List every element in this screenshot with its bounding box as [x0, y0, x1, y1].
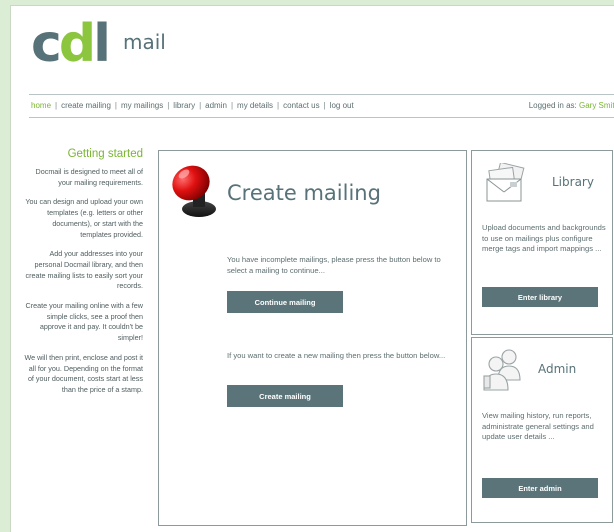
nav-separator: | — [114, 101, 117, 110]
sidebar-paragraph: Add your addresses into your personal Do… — [25, 249, 143, 291]
continue-mailing-button[interactable]: Continue mailing — [227, 291, 343, 313]
logged-in-label: Logged in as: — [528, 101, 577, 110]
sidebar-title: Getting started — [67, 148, 143, 160]
sidebar-paragraph: Create your mailing online with a few si… — [25, 301, 143, 343]
create-mailing-panel: Create mailing You have incomplete maili… — [158, 150, 467, 526]
nav-separator: | — [277, 101, 280, 110]
logo-mark: cdl — [31, 14, 111, 74]
nav-separator: | — [230, 101, 234, 110]
logged-in-user-link[interactable]: Gary Smith — [579, 101, 614, 110]
nav-my-mailings[interactable]: my mailings — [121, 101, 163, 110]
documents-icon — [486, 163, 525, 202]
nav-separator: | — [55, 101, 58, 110]
admin-description: View mailing history, run reports, admin… — [482, 411, 594, 441]
library-title: Library — [552, 175, 594, 189]
red-button-icon — [172, 165, 216, 217]
main-nav: home | create mailing | my mailings | library |… — [29, 94, 614, 118]
enter-library-button[interactable]: Enter library — [482, 287, 598, 307]
nav-log-out[interactable]: log out — [330, 101, 354, 110]
logged-in-status: Logged in as: Gary Smith — [529, 95, 614, 117]
sidebar-paragraph: Docmail is designed to meet all of your … — [35, 167, 143, 187]
getting-started-sidebar: Getting started Docmail is designed to m… — [21, 148, 143, 405]
sidebar-paragraph: We will then print, enclose and post it … — [24, 352, 143, 394]
page-container: cdl mail home | create mailing | my mailings… — [10, 5, 614, 532]
nav-separator: | — [323, 101, 326, 110]
nav-links: home | create mailing | my mailings | library |… — [31, 95, 354, 117]
nav-create-mailing[interactable]: create mailing — [61, 101, 111, 110]
admin-title: Admin — [538, 362, 577, 376]
logo-mail-text: mail — [123, 30, 166, 54]
nav-contact-us[interactable]: contact us — [283, 101, 319, 110]
users-icon — [483, 349, 521, 391]
sidebar-paragraph: You can design and upload your own templ… — [25, 197, 143, 239]
admin-panel: Admin View mailing history, run reports,… — [471, 337, 613, 523]
nav-my-details[interactable]: my details — [237, 101, 273, 110]
nav-library[interactable]: library — [173, 101, 195, 110]
library-panel: Library Upload documents and backgrounds… — [471, 150, 613, 335]
library-description: Upload documents and backgrounds to use … — [482, 223, 606, 253]
nav-admin[interactable]: admin — [205, 101, 227, 110]
nav-home[interactable]: home — [31, 101, 51, 110]
nav-separator: | — [167, 101, 170, 110]
incomplete-mailings-text: You have incomplete mailings, please pre… — [227, 255, 441, 275]
cdl-mail-logo[interactable]: cdl mail — [31, 14, 191, 80]
enter-admin-button[interactable]: Enter admin — [482, 478, 598, 498]
create-mailing-button[interactable]: Create mailing — [227, 385, 343, 407]
new-mailing-text: If you want to create a new mailing then… — [227, 351, 446, 360]
nav-separator: | — [199, 101, 202, 110]
create-mailing-title: Create mailing — [227, 181, 381, 205]
